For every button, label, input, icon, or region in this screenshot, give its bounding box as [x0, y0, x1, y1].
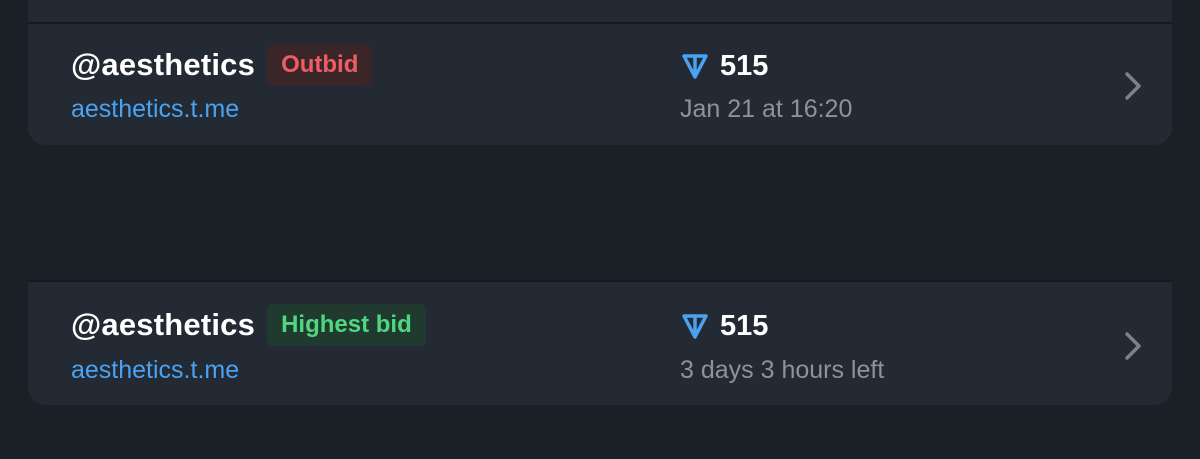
divider: [28, 22, 1172, 24]
auction-header: @aesthetics Highest bid: [71, 304, 426, 346]
bid-time: Jan 21 at 16:20: [680, 95, 853, 123]
auction-item[interactable]: @aesthetics Outbid aesthetics.t.me 515 J…: [28, 0, 1172, 145]
username-link[interactable]: aesthetics.t.me: [71, 94, 239, 124]
auction-header: @aesthetics Outbid: [71, 44, 373, 86]
bid-amount: 515: [680, 308, 768, 344]
ton-icon: [682, 54, 708, 79]
price-value: 515: [720, 50, 769, 82]
chevron-right-icon: [1125, 72, 1141, 100]
divider: [28, 280, 1172, 282]
bid-amount: 515: [680, 48, 768, 84]
price-value: 515: [720, 310, 769, 342]
status-badge-outbid: Outbid: [267, 44, 373, 86]
time-left: 3 days 3 hours left: [680, 356, 885, 384]
username-link[interactable]: aesthetics.t.me: [71, 355, 239, 385]
username: @aesthetics: [71, 307, 256, 342]
chevron-right-icon: [1125, 332, 1141, 360]
ton-icon: [682, 314, 708, 339]
status-badge-highest-bid: Highest bid: [267, 304, 426, 346]
auction-item[interactable]: @aesthetics Highest bid aesthetics.t.me …: [28, 280, 1172, 405]
username: @aesthetics: [71, 47, 256, 82]
